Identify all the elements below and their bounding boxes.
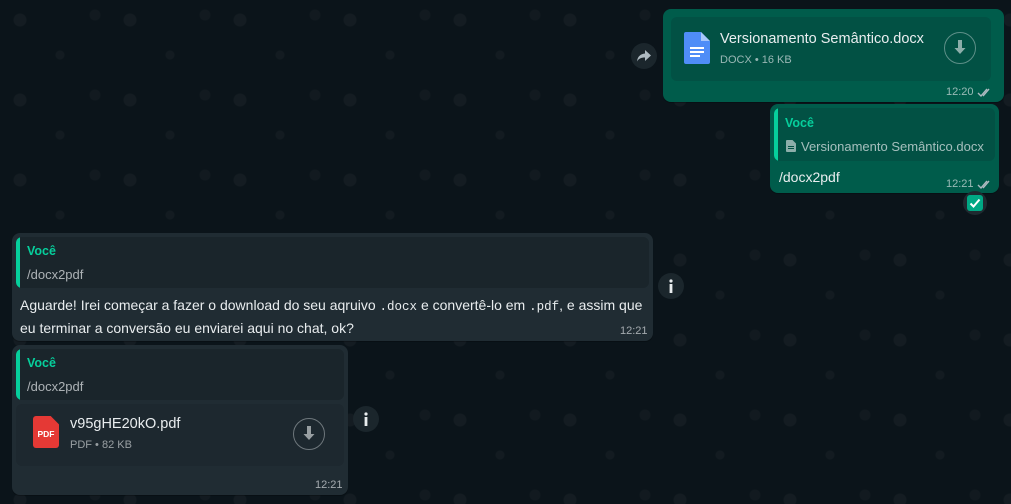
document-small-icon <box>786 140 796 152</box>
quoted-message[interactable]: Você /docx2pdf <box>16 349 344 400</box>
message-outgoing-document[interactable]: Versionamento Semântico.docx DOCX • 16 K… <box>663 9 1004 102</box>
forward-button[interactable] <box>631 43 657 69</box>
download-icon <box>303 426 315 440</box>
document-name: Versionamento Semântico.docx <box>720 31 924 47</box>
pdf-file-icon: PDF <box>33 416 59 448</box>
inline-code: .docx <box>379 300 418 314</box>
document-card[interactable]: Versionamento Semântico.docx DOCX • 16 K… <box>671 17 991 81</box>
check-badge <box>963 191 987 215</box>
message-text-part: Aguarde! Irei começar a fazer o download… <box>20 297 380 313</box>
message-text-part: e convertê-lo em <box>417 297 530 313</box>
file-meta: PDF • 82 KB <box>70 439 132 451</box>
info-icon <box>364 412 368 426</box>
quote-text: /docx2pdf <box>27 379 84 394</box>
quote-author: Você <box>785 116 814 130</box>
quote-accent-bar <box>16 349 20 400</box>
quote-author: Você <box>27 244 56 258</box>
message-time: 12:20 <box>946 86 974 98</box>
info-button[interactable] <box>353 406 379 432</box>
message-incoming-file[interactable]: Você /docx2pdf PDF v95gHE20kO.pdf PDF • … <box>12 345 348 495</box>
quote-accent-bar <box>16 237 20 288</box>
info-icon <box>669 279 673 293</box>
download-button[interactable] <box>944 32 976 64</box>
download-icon <box>954 40 966 54</box>
message-incoming-reply[interactable]: Você /docx2pdf Aguarde! Irei começar a f… <box>12 233 653 341</box>
document-file-icon <box>684 32 710 64</box>
forward-icon <box>637 50 651 62</box>
quoted-message[interactable]: Você /docx2pdf <box>16 237 649 288</box>
quote-text: /docx2pdf <box>27 267 84 282</box>
file-name: v95gHE20kO.pdf <box>70 416 181 432</box>
message-outgoing-reply[interactable]: Você Versionamento Semântico.docx /docx2… <box>770 104 999 193</box>
quote-author: Você <box>27 356 56 370</box>
double-check-icon <box>977 180 990 190</box>
quote-accent-bar <box>774 108 778 161</box>
file-card[interactable]: PDF v95gHE20kO.pdf PDF • 82 KB <box>16 404 344 466</box>
document-meta: DOCX • 16 KB <box>720 54 792 66</box>
message-text: Aguarde! Irei começar a fazer o download… <box>20 295 650 339</box>
quoted-message[interactable]: Você Versionamento Semântico.docx <box>774 108 995 161</box>
message-time: 12:21 <box>620 325 648 337</box>
message-text: /docx2pdf <box>779 169 840 185</box>
double-check-icon <box>977 88 990 98</box>
quote-text: Versionamento Semântico.docx <box>801 139 984 154</box>
message-time: 12:21 <box>946 178 974 190</box>
check-badge-icon <box>967 195 983 211</box>
download-button[interactable] <box>293 418 325 450</box>
info-button[interactable] <box>658 273 684 299</box>
message-time: 12:21 <box>315 479 343 491</box>
inline-code: .pdf <box>529 300 560 314</box>
pdf-label: PDF <box>37 429 55 439</box>
